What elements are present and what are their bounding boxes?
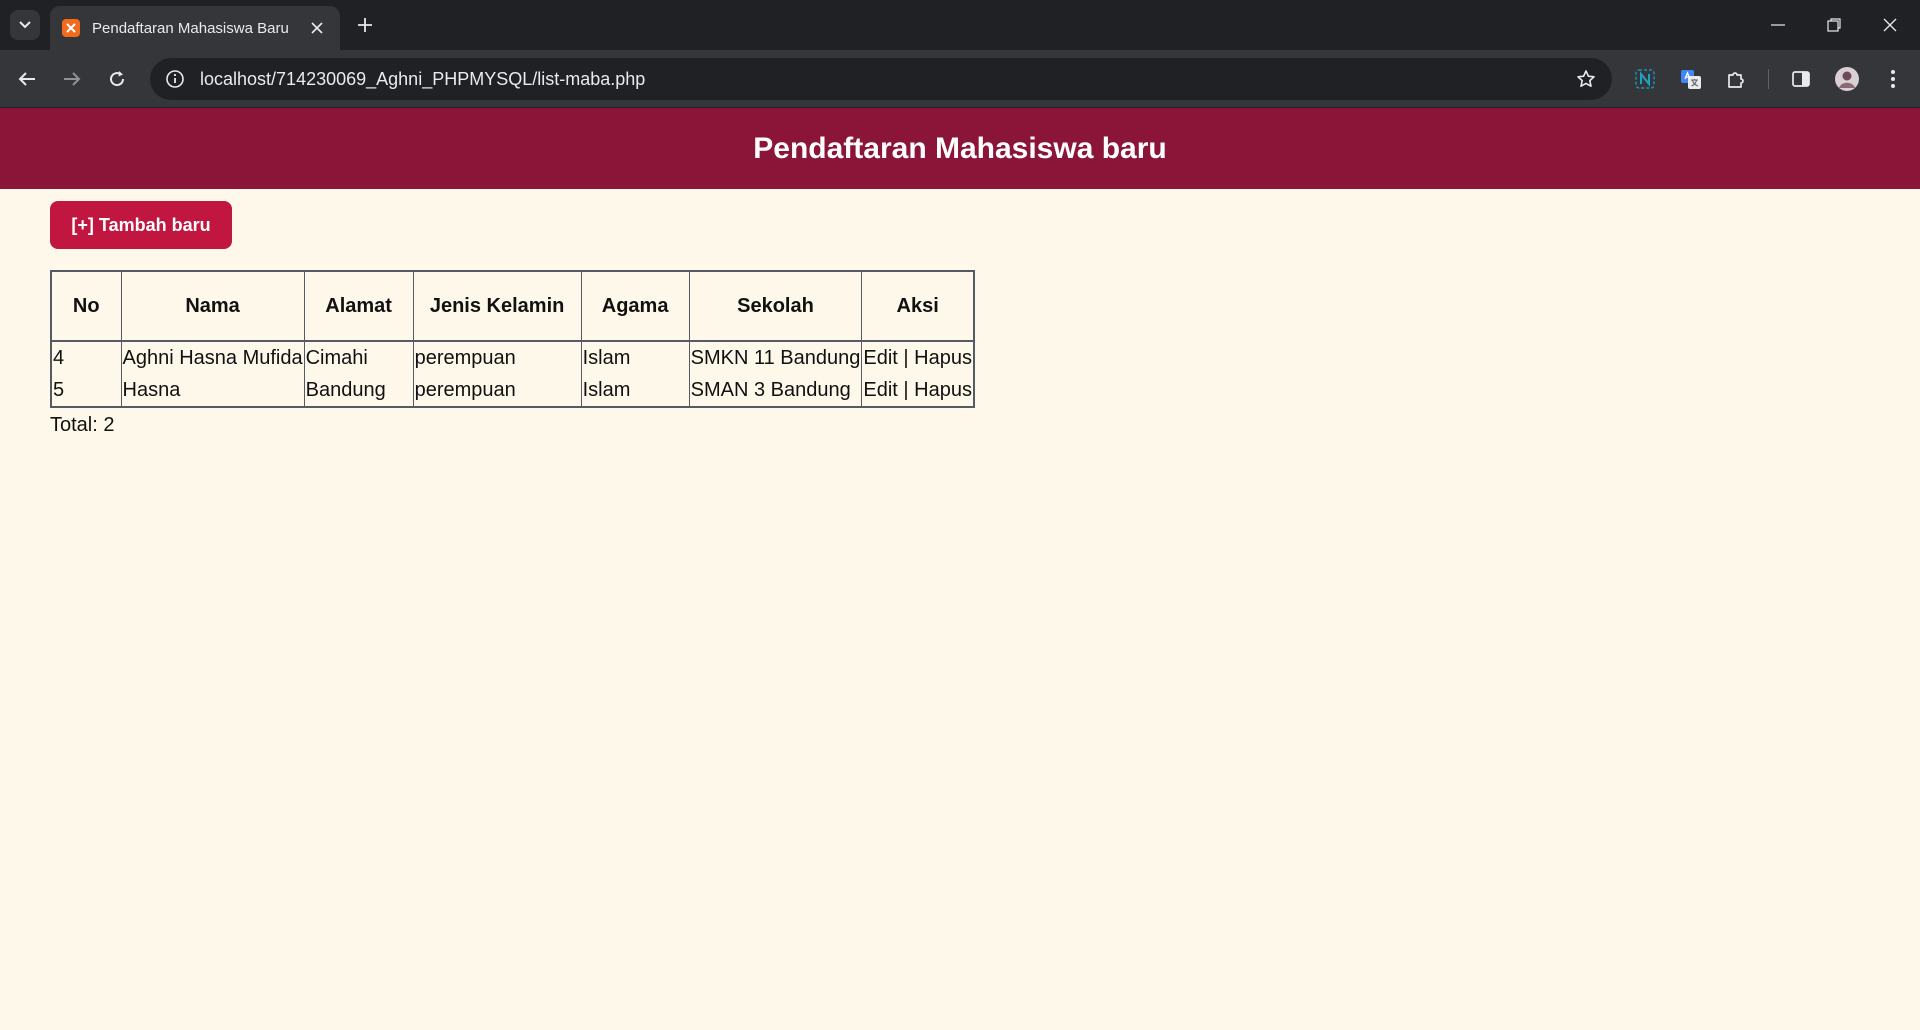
cell-nama: Aghni Hasna Mufida — [120, 341, 305, 374]
minimize-window-icon[interactable] — [1750, 0, 1806, 50]
tab-search-button[interactable] — [10, 10, 40, 40]
site-info-icon[interactable] — [154, 58, 196, 100]
toolbar-divider — [1768, 69, 1769, 89]
reload-icon[interactable] — [100, 62, 134, 96]
cell-aksi: Edit | Hapus — [861, 374, 975, 407]
cell-alamat: Bandung — [303, 374, 414, 407]
cell-jenis-kelamin: perempuan — [412, 341, 582, 374]
header-jenis-kelamin: Jenis Kelamin — [412, 270, 582, 342]
browser-tab-bar: Pendaftaran Mahasiswa Baru — [0, 0, 1920, 50]
maba-table: No Nama Alamat Jenis Kelamin Agama Sekol… — [50, 270, 975, 408]
address-bar[interactable]: localhost/714230069_Aghni_PHPMYSQL/list-… — [150, 58, 1612, 100]
table-row: 5 Hasna Bandung perempuan Islam SMAN 3 B… — [50, 374, 975, 407]
header-agama: Agama — [580, 270, 690, 342]
header-aksi: Aksi — [861, 270, 975, 342]
close-tab-icon[interactable] — [306, 17, 328, 39]
header-alamat: Alamat — [303, 270, 414, 342]
browser-toolbar: localhost/714230069_Aghni_PHPMYSQL/list-… — [0, 50, 1920, 108]
cell-sekolah: SMAN 3 Bandung — [688, 374, 863, 407]
bookmark-star-icon[interactable] — [1566, 59, 1606, 99]
back-arrow-icon[interactable] — [10, 62, 44, 96]
cell-nama: Hasna — [120, 374, 305, 407]
cell-agama: Islam — [580, 341, 690, 374]
header-no: No — [50, 270, 122, 342]
edit-link[interactable]: Edit — [863, 379, 897, 401]
new-tab-plus-icon[interactable] — [350, 10, 380, 40]
forward-arrow-icon[interactable] — [55, 62, 89, 96]
table-header-row: No Nama Alamat Jenis Kelamin Agama Sekol… — [50, 270, 975, 342]
close-window-icon[interactable] — [1862, 0, 1918, 50]
restore-window-icon[interactable] — [1806, 0, 1862, 50]
side-panel-icon[interactable] — [1784, 62, 1818, 96]
cell-agama: Islam — [580, 374, 690, 407]
edit-link[interactable]: Edit — [863, 347, 897, 369]
cell-sekolah: SMKN 11 Bandung — [688, 341, 863, 374]
url-text: localhost/714230069_Aghni_PHPMYSQL/list-… — [200, 68, 646, 89]
menu-kebab-icon[interactable] — [1876, 62, 1910, 96]
cell-jenis-kelamin: perempuan — [412, 374, 582, 407]
google-translate-icon[interactable] — [1674, 62, 1708, 96]
header-sekolah: Sekolah — [688, 270, 863, 342]
profile-avatar-icon[interactable] — [1830, 62, 1864, 96]
extensions-puzzle-icon[interactable] — [1719, 62, 1753, 96]
cell-aksi: Edit | Hapus — [861, 341, 975, 374]
page-header: Pendaftaran Mahasiswa baru — [0, 108, 1920, 189]
cell-no: 5 — [50, 374, 122, 407]
browser-tab-active[interactable]: Pendaftaran Mahasiswa Baru — [50, 6, 340, 50]
hapus-link[interactable]: Hapus — [914, 379, 972, 401]
link-separator: | — [903, 346, 909, 369]
hapus-link[interactable]: Hapus — [914, 347, 972, 369]
chevron-down-icon — [19, 21, 31, 29]
total-count: Total: 2 — [50, 414, 115, 436]
add-new-button[interactable]: [+] Tambah baru — [50, 201, 232, 249]
page-title: Pendaftaran Mahasiswa baru — [753, 131, 1167, 165]
xampp-favicon-icon — [62, 19, 80, 37]
cell-no: 4 — [50, 341, 122, 374]
cell-alamat: Cimahi — [303, 341, 414, 374]
tab-title: Pendaftaran Mahasiswa Baru — [92, 19, 289, 37]
extension-n-icon[interactable] — [1628, 62, 1662, 96]
header-nama: Nama — [120, 270, 305, 342]
link-separator: | — [903, 378, 909, 401]
table-row: 4 Aghni Hasna Mufida Cimahi perempuan Is… — [50, 341, 975, 374]
